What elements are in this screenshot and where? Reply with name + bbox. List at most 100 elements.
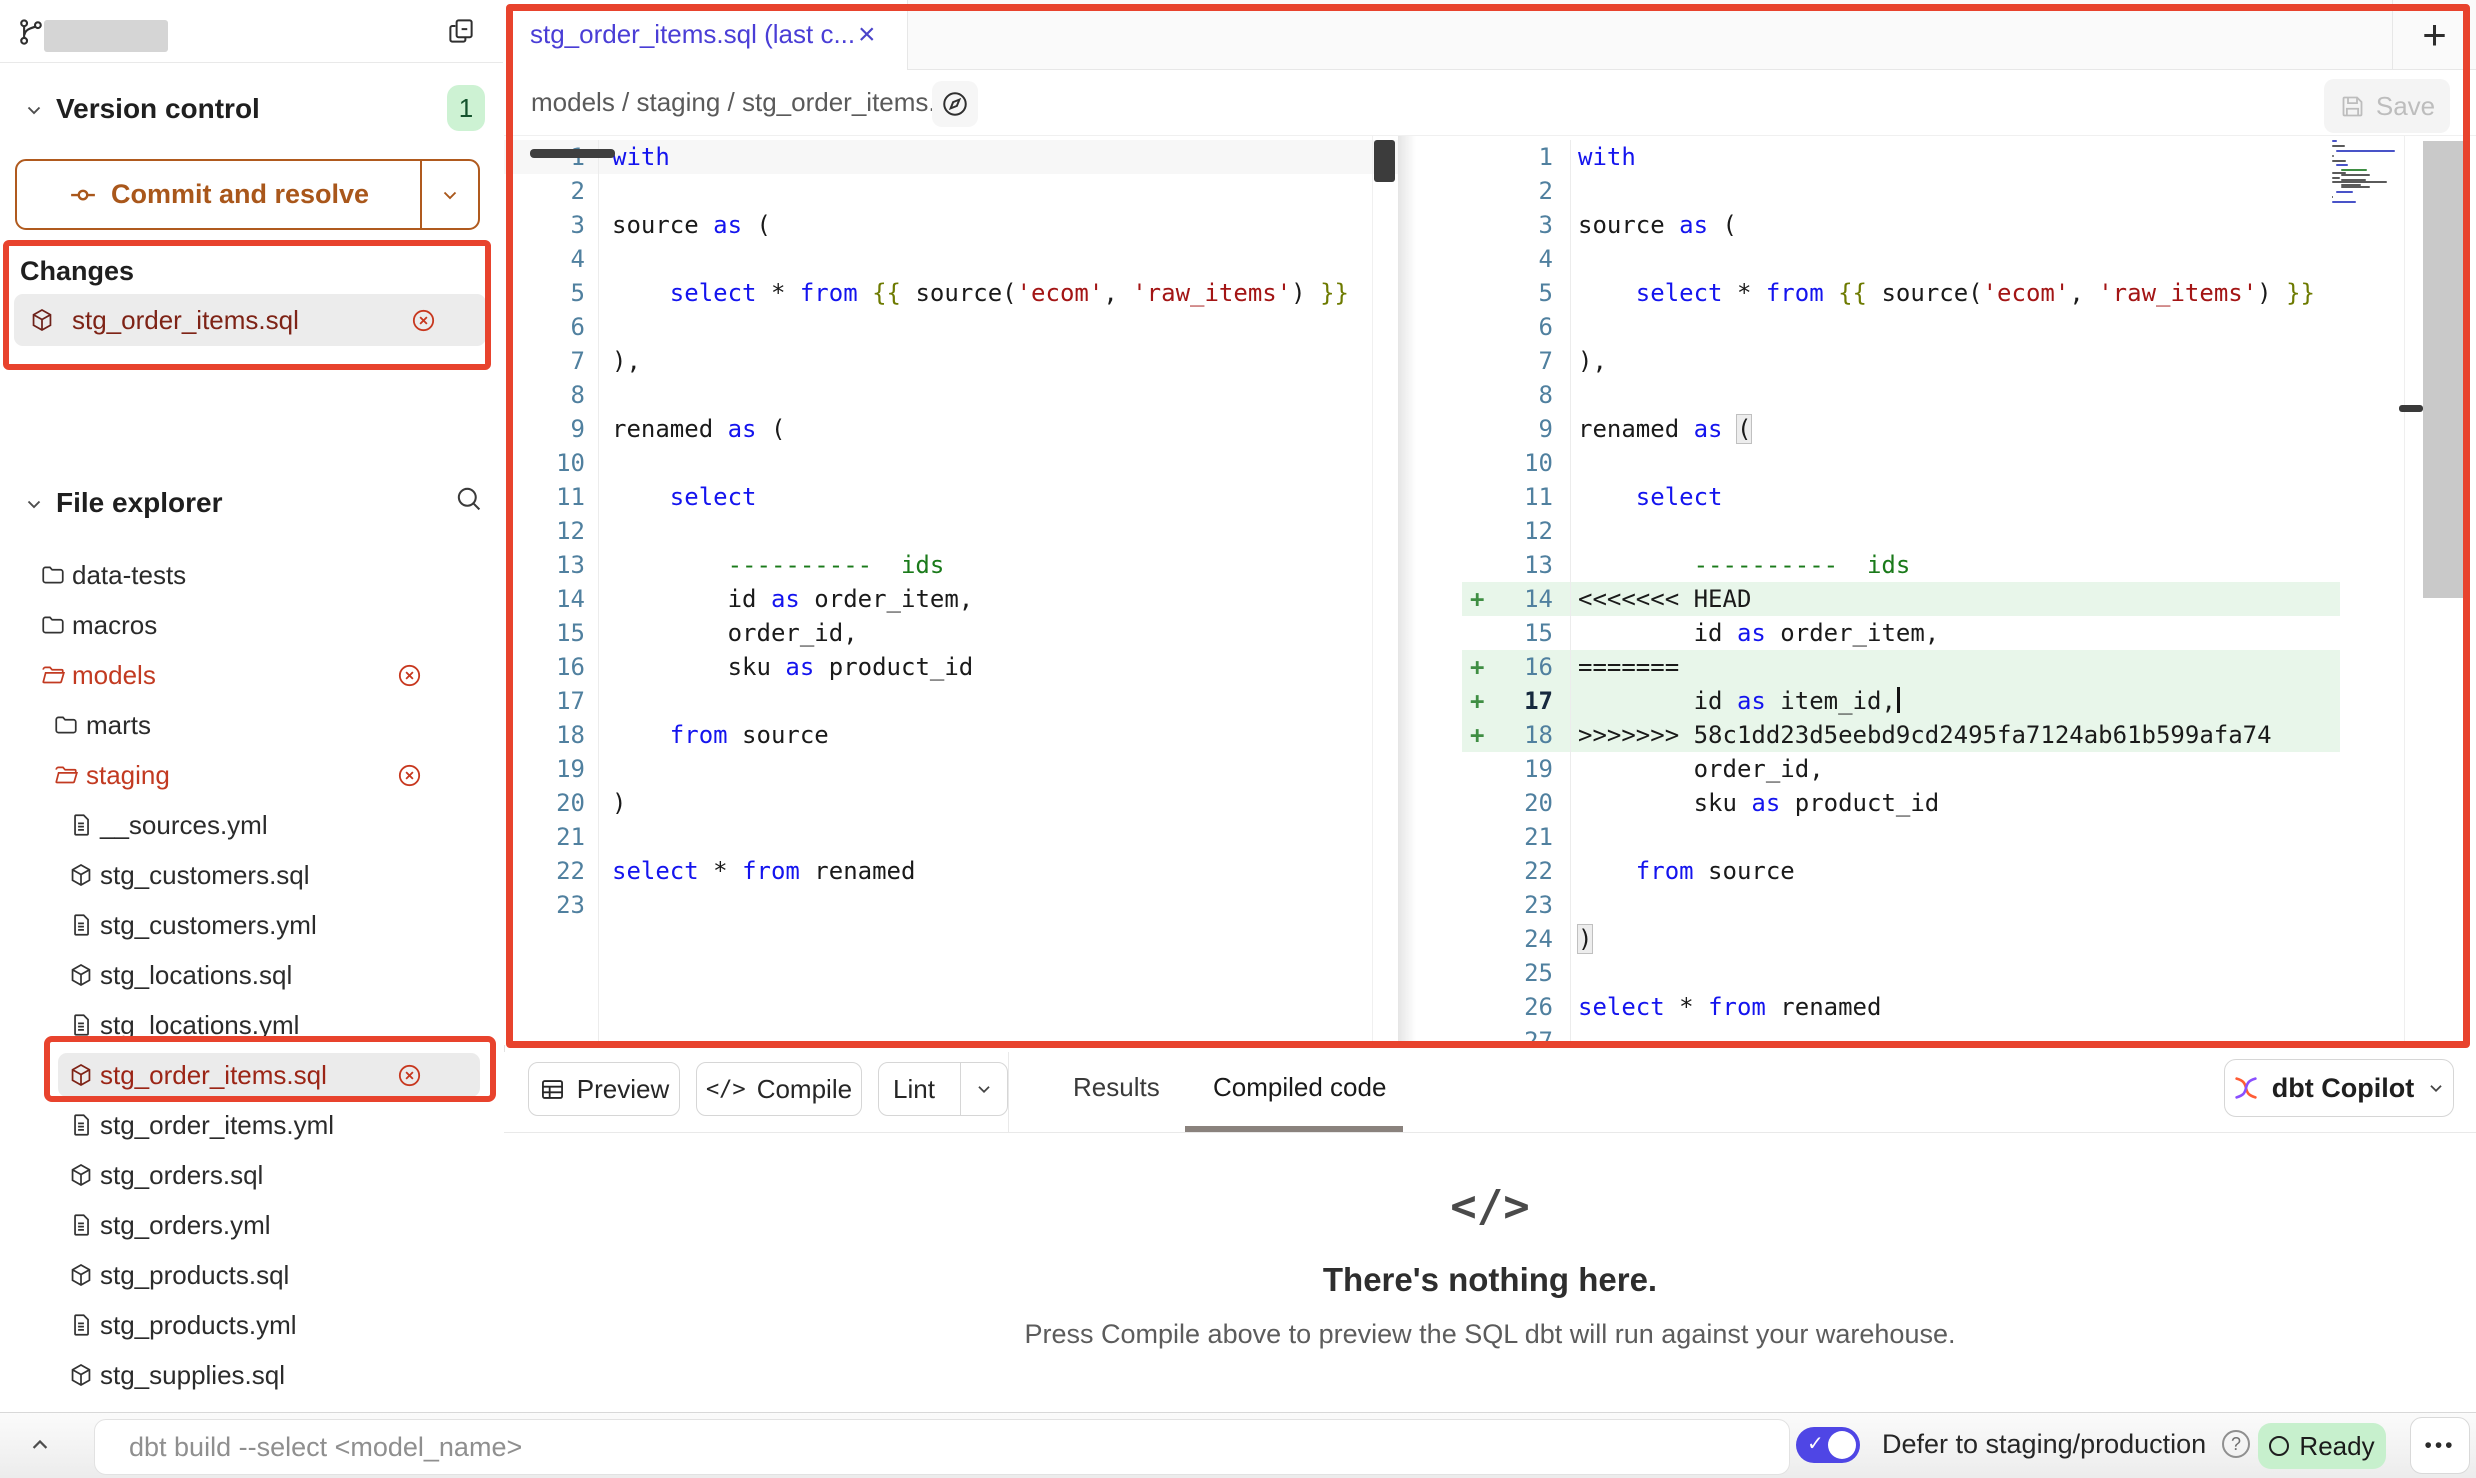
- compile-button[interactable]: </> Compile: [696, 1062, 862, 1116]
- code-line: 1with: [504, 140, 1398, 174]
- discard-change-icon[interactable]: [396, 1062, 423, 1089]
- discard-change-icon[interactable]: [396, 762, 423, 789]
- file-name-label: __sources.yml: [100, 810, 268, 841]
- line-number: 18: [1462, 718, 1553, 752]
- model-cube-icon: [68, 962, 94, 988]
- commit-and-resolve-main[interactable]: Commit and resolve: [17, 161, 420, 228]
- file-explorer-item-stg-order-items-sql[interactable]: stg_order_items.sql: [0, 1050, 504, 1100]
- file-explorer-item-staging[interactable]: staging: [0, 750, 504, 800]
- file-explorer-item-stg-order-items-yml[interactable]: stg_order_items.yml: [0, 1100, 504, 1150]
- code-line: 22 select * from renamed: [504, 854, 1398, 888]
- dbt-command-input[interactable]: [94, 1419, 1790, 1475]
- file-explorer-item-stg-orders-yml[interactable]: stg_orders.yml: [0, 1200, 504, 1250]
- compiled-code-empty-state: </> There's nothing here. Press Compile …: [504, 1133, 2476, 1412]
- line-number: 10: [1462, 446, 1553, 480]
- code-text: select * from renamed: [612, 854, 915, 888]
- discard-change-icon[interactable]: [396, 662, 423, 689]
- code-line: 9renamed as (: [1462, 412, 2405, 446]
- right-pane-scrollbar-track[interactable]: [2404, 136, 2424, 1045]
- code-line: 17: [504, 684, 1398, 718]
- line-number: 14: [1462, 582, 1553, 616]
- compile-label: Compile: [757, 1074, 852, 1105]
- command-bar: ✓ Defer to staging/production ? Ready ••…: [0, 1412, 2476, 1478]
- code-text: id as order_item,: [1578, 616, 1939, 650]
- defer-toggle[interactable]: ✓: [1796, 1427, 1860, 1463]
- code-editor-left[interactable]: 1with23source as (45 select * from {{ so…: [504, 140, 1398, 1045]
- tab-stg-order-items[interactable]: stg_order_items.sql (last c... ×: [504, 0, 908, 70]
- save-button[interactable]: Save: [2324, 79, 2450, 133]
- file-explorer-item-stg-supplies-sql[interactable]: stg_supplies.sql: [0, 1350, 504, 1400]
- line-number: 9: [1462, 412, 1553, 446]
- line-number: 24: [1462, 922, 1553, 956]
- search-icon[interactable]: [454, 484, 483, 513]
- commit-and-resolve-button[interactable]: Commit and resolve: [15, 159, 480, 230]
- help-icon[interactable]: ?: [2222, 1430, 2250, 1458]
- code-line: 20): [504, 786, 1398, 820]
- defer-label: Defer to staging/production: [1882, 1429, 2206, 1460]
- code-brackets-icon: </>: [706, 1077, 746, 1102]
- file-explorer-item-data-tests[interactable]: data-tests: [0, 550, 504, 600]
- file-explorer-item-stg-locations-yml[interactable]: stg_locations.yml: [0, 1000, 504, 1050]
- status-badge-ready[interactable]: Ready: [2258, 1423, 2386, 1469]
- line-number: 20: [504, 786, 585, 820]
- changed-file-row[interactable]: stg_order_items.sql: [14, 294, 486, 346]
- dbt-ide-app: Version control 1 Commit and resolve Cha…: [0, 0, 2476, 1478]
- tab-compiled-code[interactable]: Compiled code: [1213, 1072, 1386, 1103]
- discard-change-icon[interactable]: [410, 307, 437, 334]
- file-doc-icon: [68, 812, 94, 838]
- minimap[interactable]: [2332, 140, 2406, 206]
- overview-scrollbar[interactable]: [2423, 141, 2468, 598]
- line-number: 16: [504, 650, 585, 684]
- file-explorer-item-stg-orders-sql[interactable]: stg_orders.sql: [0, 1150, 504, 1200]
- code-text: ),: [1578, 344, 1607, 378]
- code-text: >>>>>>> 58c1dd23d5eebd9cd2495fa7124ab61b…: [1578, 718, 2272, 752]
- code-editor-right[interactable]: 1with23source as (45 select * from {{ so…: [1462, 140, 2405, 1045]
- code-line: 8: [504, 378, 1398, 412]
- chevron-down-icon[interactable]: [22, 98, 46, 122]
- lint-options-chevron[interactable]: [960, 1063, 1007, 1115]
- code-line: 23: [1462, 888, 2405, 922]
- file-doc-icon: [68, 1012, 94, 1038]
- code-line: +18>>>>>>> 58c1dd23d5eebd9cd2495fa7124ab…: [1462, 718, 2405, 752]
- file-explorer-item-stg-products-sql[interactable]: stg_products.sql: [0, 1250, 504, 1300]
- file-explorer-item-marts[interactable]: marts: [0, 700, 504, 750]
- commit-options-chevron[interactable]: [420, 161, 478, 228]
- file-explorer-item-stg-locations-sql[interactable]: stg_locations.sql: [0, 950, 504, 1000]
- results-toolbar: Preview </> Compile Lint Results Compile…: [504, 1052, 2476, 1133]
- left-pane-scrollbar-track[interactable]: [1372, 136, 1397, 1045]
- code-line: 14 id as order_item,: [504, 582, 1398, 616]
- file-explorer-item-macros[interactable]: macros: [0, 600, 504, 650]
- file-explorer-item-stg-customers-yml[interactable]: stg_customers.yml: [0, 900, 504, 950]
- file-explorer-item--sources-yml[interactable]: __sources.yml: [0, 800, 504, 850]
- close-tab-icon[interactable]: ×: [858, 18, 876, 52]
- lint-button[interactable]: Lint: [878, 1062, 1008, 1116]
- navigate-compass-icon[interactable]: [932, 81, 978, 127]
- right-pane-vscroll-thumb[interactable]: [2399, 405, 2423, 412]
- code-line: +14<<<<<<< HEAD: [1462, 582, 2405, 616]
- code-brackets-icon: </>: [504, 1181, 2476, 1232]
- file-name-label: data-tests: [72, 560, 186, 591]
- left-pane-vscroll-thumb[interactable]: [1374, 140, 1395, 182]
- tab-results[interactable]: Results: [1073, 1072, 1160, 1103]
- code-line: 7),: [504, 344, 1398, 378]
- more-options-button[interactable]: •••: [2410, 1417, 2470, 1474]
- code-line: +17 id as item_id,: [1462, 684, 2405, 718]
- line-number: 22: [504, 854, 585, 888]
- file-name-label: macros: [72, 610, 157, 641]
- file-explorer-item-stg-products-yml[interactable]: stg_products.yml: [0, 1300, 504, 1350]
- dbt-copilot-button[interactable]: dbt Copilot: [2224, 1059, 2454, 1117]
- new-tab-button[interactable]: +: [2392, 0, 2476, 70]
- copy-docs-icon[interactable]: [446, 16, 476, 46]
- copilot-sparkle-icon: [2231, 1073, 2261, 1103]
- preview-button[interactable]: Preview: [528, 1062, 680, 1116]
- chevron-up-icon[interactable]: [26, 1431, 54, 1459]
- code-line: 15 order_id,: [504, 616, 1398, 650]
- minimap-line: [2332, 157, 2406, 159]
- line-number: 11: [1462, 480, 1553, 514]
- minimap-line: [2336, 191, 2353, 193]
- file-explorer-item-stg-customers-sql[interactable]: stg_customers.sql: [0, 850, 504, 900]
- left-pane-scrollbar-thumb[interactable]: [530, 149, 615, 158]
- code-text: select: [1578, 480, 1723, 514]
- chevron-down-icon[interactable]: [22, 492, 46, 516]
- file-explorer-item-models[interactable]: models: [0, 650, 504, 700]
